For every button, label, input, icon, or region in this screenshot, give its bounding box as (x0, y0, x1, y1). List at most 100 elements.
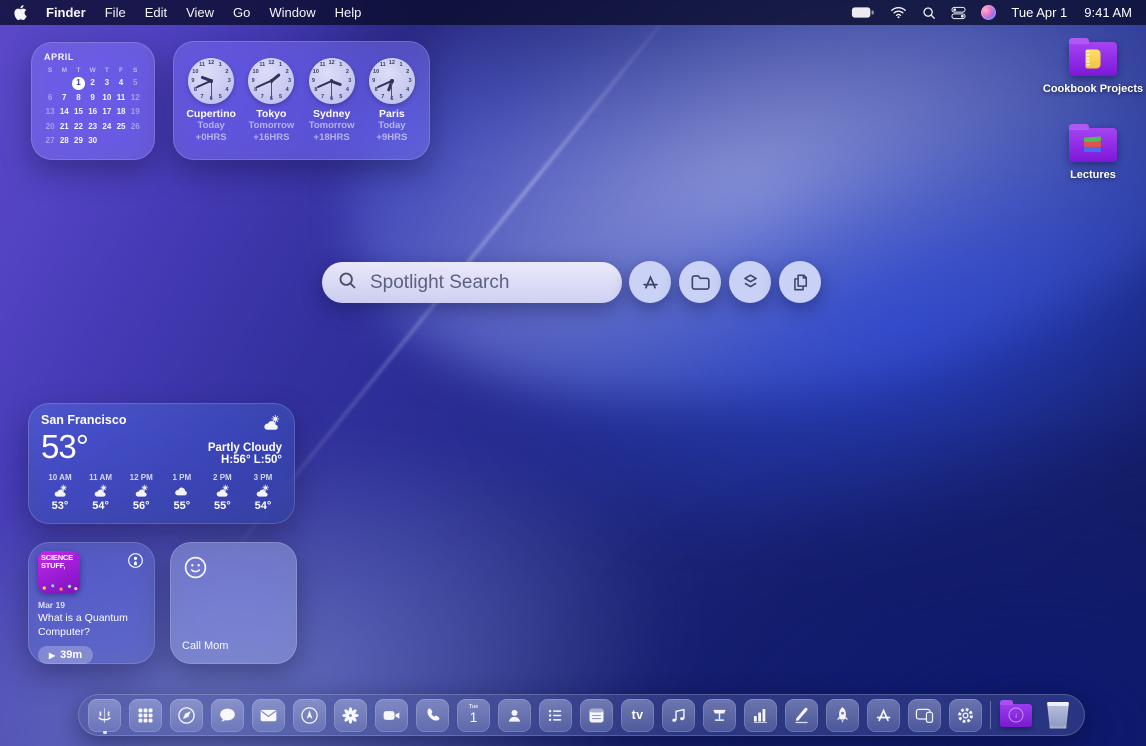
menu-item-window[interactable]: Window (269, 5, 315, 20)
menu-item-edit[interactable]: Edit (145, 5, 167, 20)
dock-app-numbers[interactable] (744, 699, 777, 732)
dock-app-finder[interactable] (88, 699, 121, 732)
dock-app-pages[interactable] (785, 699, 818, 732)
dock-app-tv[interactable]: tv (621, 699, 654, 732)
calendar-day: 25 (114, 120, 128, 135)
menu-item-go[interactable]: Go (233, 5, 250, 20)
menu-right: Tue Apr 1 9:41 AM (851, 5, 1132, 20)
desktop-folder-books[interactable]: Lectures (1035, 128, 1146, 181)
dock-app-messages[interactable] (211, 699, 244, 732)
menu-date[interactable]: Tue Apr 1 (1011, 5, 1067, 20)
search-icon[interactable] (922, 6, 936, 20)
shortcut-widget-call-mom[interactable]: Call Mom (170, 542, 297, 664)
dock-app-launchpad[interactable] (826, 699, 859, 732)
calendar-day: 6 (43, 91, 57, 106)
spotlight-search-input[interactable] (368, 271, 617, 295)
books-art (1084, 136, 1102, 154)
clock-number: 3 (288, 78, 291, 84)
dock-app-keynote[interactable] (703, 699, 736, 732)
cloudy-icon (173, 482, 190, 500)
clock-offset-label: +16HRS (253, 132, 289, 143)
apple-menu-icon[interactable] (14, 5, 27, 20)
dock-app-facetime[interactable] (375, 699, 408, 732)
clock-number: 4 (346, 87, 349, 93)
clock-number: 1 (399, 62, 402, 68)
weather-right: Partly Cloudy H:56° L:50° (208, 413, 282, 466)
dock-app-calendar[interactable]: Tue1 (457, 699, 490, 732)
folder-icon[interactable] (1069, 42, 1117, 76)
hour-temp: 54° (255, 500, 272, 512)
dock-app-safari[interactable] (170, 699, 203, 732)
clock-number: 7 (321, 94, 324, 100)
hour-label: 11 AM (89, 473, 112, 482)
dock-app-apps-grid[interactable] (129, 699, 162, 732)
calendar-day: 10 (100, 91, 114, 106)
quick-button-files-folder[interactable] (679, 261, 721, 303)
clock-number: 1 (279, 62, 282, 68)
clock-number: 2 (286, 69, 289, 75)
spotlight-search-bar[interactable] (322, 262, 622, 303)
dock-app-photos[interactable] (334, 699, 367, 732)
quick-button-shortcuts[interactable] (729, 261, 771, 303)
quick-button-clipboard[interactable] (779, 261, 821, 303)
calendar-day: 12 (128, 91, 142, 106)
clock-number: 2 (225, 69, 228, 75)
calendar-day (128, 134, 142, 149)
second-hand (331, 81, 332, 99)
downloads-folder-icon: ↓ (1000, 704, 1032, 727)
hour-label: 3 PM (254, 473, 273, 482)
clock-number: 12 (389, 60, 395, 66)
dock-app-app-store[interactable] (867, 699, 900, 732)
clock-number: 5 (219, 94, 222, 100)
dock-app-mail[interactable] (252, 699, 285, 732)
folder-label: Lectures (1070, 169, 1116, 181)
clock-number: 5 (279, 94, 282, 100)
menu-item-file[interactable]: File (105, 5, 126, 20)
weather-widget[interactable]: San Francisco 53° Partly Cloudy H:56° L:… (28, 403, 295, 524)
partly-cloudy-icon (92, 482, 109, 500)
dock-app-settings[interactable] (949, 699, 982, 732)
wifi-icon[interactable] (890, 6, 907, 19)
dock-app-music[interactable] (662, 699, 695, 732)
menu-time[interactable]: 9:41 AM (1084, 5, 1132, 20)
play-icon: ▶ (49, 651, 55, 660)
menu-item-view[interactable]: View (186, 5, 214, 20)
dock-app-phone[interactable] (416, 699, 449, 732)
calendar-weekday: M (57, 66, 71, 76)
clock-number: 7 (200, 94, 203, 100)
weather-hour: 11 AM54° (82, 473, 120, 512)
clock-number: 1 (339, 62, 342, 68)
dock-app-iphone-mirroring[interactable] (908, 699, 941, 732)
control-center-icon[interactable] (951, 6, 966, 20)
calendar-day: 4 (114, 76, 128, 91)
dock-app-contacts[interactable] (498, 699, 531, 732)
hour-temp: 53° (52, 500, 69, 512)
podcast-play-button[interactable]: ▶ 39m (38, 646, 93, 664)
podcast-duration: 39m (60, 649, 82, 661)
dock-app-reminders[interactable] (539, 699, 572, 732)
calendar-day: 29 (71, 134, 85, 149)
dock-downloads-folder[interactable]: ↓ (999, 699, 1033, 732)
battery-icon[interactable] (851, 6, 875, 19)
podcast-widget[interactable]: SCIENCE STUFF, Mar 19 What is a Quantum … (28, 542, 155, 664)
calendar-day: 7 (57, 91, 71, 106)
calendar-widget[interactable]: APRIL SMTWTFS123456789101112131415161718… (31, 42, 155, 160)
quick-button-app-store[interactable] (629, 261, 671, 303)
desktop-folder-notebook[interactable]: Cookbook Projects (1035, 42, 1146, 95)
dock-app-maps[interactable] (293, 699, 326, 732)
world-clock-widget[interactable]: 123456789101112CupertinoToday+0HRS123456… (173, 41, 430, 160)
siri-icon[interactable] (981, 5, 996, 20)
clock-number: 3 (409, 78, 412, 84)
clock-face: 123456789101112 (309, 58, 355, 104)
dock-app-notes[interactable] (580, 699, 613, 732)
clock-city-label: Paris (379, 108, 405, 120)
dock-trash[interactable] (1041, 699, 1075, 732)
folder-icon[interactable] (1069, 128, 1117, 162)
calendar-day: 3 (100, 76, 114, 91)
menu-item-help[interactable]: Help (335, 5, 362, 20)
tv-label: tv (632, 708, 644, 722)
clock-number: 1 (219, 62, 222, 68)
partly-cloudy-icon (52, 482, 69, 500)
menu-item-finder[interactable]: Finder (46, 5, 86, 20)
weather-hour: 3 PM 54° (244, 473, 282, 512)
